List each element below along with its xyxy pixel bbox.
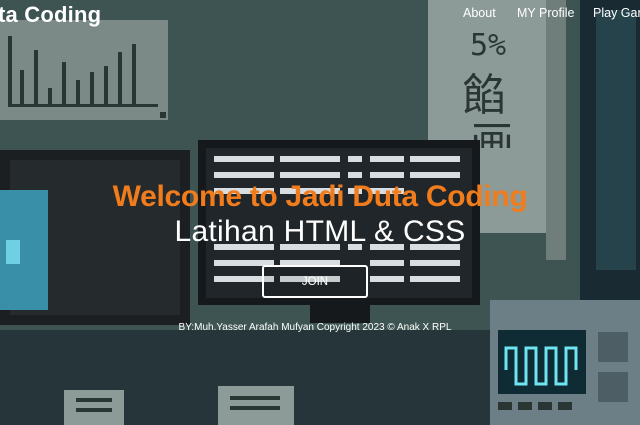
footer-copyright: BY:Muh.Yasser Arafah Mufyan Copyright 20…	[178, 322, 452, 333]
brand-logo-text[interactable]: ta Coding	[0, 2, 101, 28]
join-button[interactable]: JOIN	[262, 265, 368, 298]
hero-title: Welcome to Jadi Duta Coding	[112, 180, 528, 213]
hero-subtitle: Latihan HTML & CSS	[174, 215, 466, 248]
nav-link-my-profile[interactable]: MY Profile	[517, 6, 574, 20]
nav-link-about[interactable]: About	[463, 6, 496, 20]
nav-link-play-game[interactable]: Play Gam	[593, 6, 640, 20]
